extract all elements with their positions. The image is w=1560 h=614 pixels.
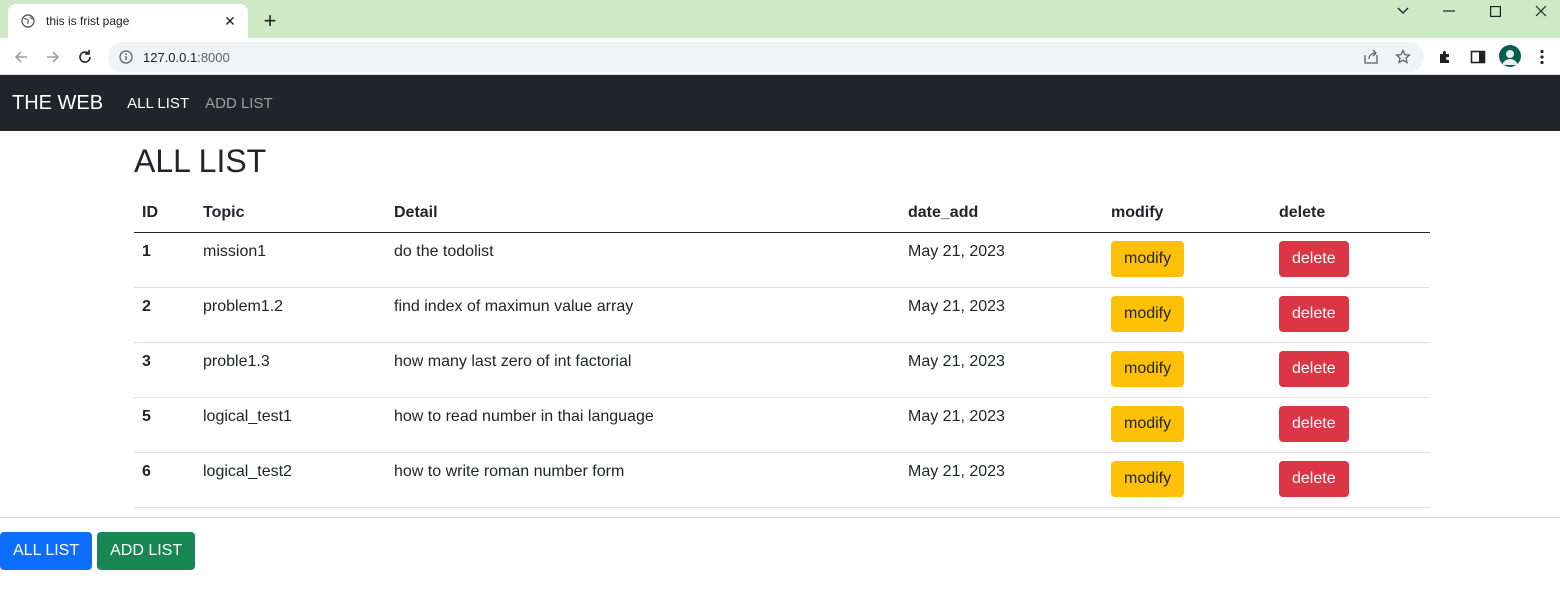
browser-tab[interactable]: this is frist page ✕: [8, 4, 248, 38]
modify-button[interactable]: modify: [1111, 405, 1185, 442]
bookmark-star-icon[interactable]: [1392, 46, 1414, 68]
column-header-date-add: date_add: [900, 195, 1103, 233]
forward-arrow-icon[interactable]: [40, 44, 66, 70]
cell-date-add: May 21, 2023: [900, 397, 1103, 453]
browser-tabstrip: this is frist page ✕ +: [0, 0, 1560, 38]
menu-kebab-icon[interactable]: [1530, 45, 1554, 69]
cell-topic: logical_test1: [195, 397, 386, 453]
url-text: 127.0.0.1:8000: [143, 50, 1360, 65]
nav-link-all-list[interactable]: ALL LIST: [127, 95, 189, 112]
cell-topic: proble1.3: [195, 342, 386, 398]
delete-button[interactable]: delete: [1279, 460, 1349, 497]
delete-button[interactable]: delete: [1279, 295, 1349, 332]
table-row: 5 logical_test1 how to read number in th…: [134, 397, 1430, 453]
back-arrow-icon[interactable]: [8, 44, 34, 70]
extensions-puzzle-icon[interactable]: [1433, 45, 1457, 69]
cell-modify: modify: [1103, 342, 1271, 398]
url-host: 127.0.0.1: [143, 49, 198, 65]
browser-toolbar: 127.0.0.1:8000: [0, 38, 1560, 75]
page-title: ALL LIST: [134, 143, 267, 179]
site-navbar: THE WEB ALL LIST ADD LIST: [0, 75, 1560, 131]
footer-divider: [0, 517, 1560, 518]
cell-delete: delete: [1271, 287, 1430, 343]
todo-table: ID Topic Detail date_add modify delete 1…: [134, 195, 1430, 508]
reload-icon[interactable]: [72, 44, 98, 70]
table-row: 1 mission1 do the todolist May 21, 2023 …: [134, 232, 1430, 288]
cell-modify: modify: [1103, 232, 1271, 288]
cell-date-add: May 21, 2023: [900, 342, 1103, 398]
modify-button[interactable]: modify: [1111, 350, 1185, 387]
column-header-topic: Topic: [195, 195, 386, 233]
close-window-icon[interactable]: [1518, 0, 1560, 22]
minimize-icon[interactable]: [1426, 0, 1472, 22]
cell-detail: how many last zero of int factorial: [386, 342, 900, 398]
cell-topic: logical_test2: [195, 452, 386, 508]
site-info-icon[interactable]: [118, 49, 134, 65]
cell-delete: delete: [1271, 452, 1430, 508]
nav-link-add-list[interactable]: ADD LIST: [205, 95, 273, 112]
delete-button[interactable]: delete: [1279, 350, 1349, 387]
cell-detail: find index of maximun value array: [386, 287, 900, 343]
url-port: :8000: [197, 49, 230, 65]
cell-delete: delete: [1271, 232, 1430, 288]
cell-detail: how to read number in thai language: [386, 397, 900, 453]
table-row: 3 proble1.3 how many last zero of int fa…: [134, 342, 1430, 398]
maximize-icon[interactable]: [1472, 0, 1518, 22]
cell-id: 3: [134, 342, 195, 398]
cell-topic: mission1: [195, 232, 386, 288]
tab-search-icon[interactable]: [1380, 0, 1426, 22]
all-list-button[interactable]: ALL LIST: [0, 532, 93, 570]
new-tab-icon[interactable]: +: [258, 9, 282, 33]
cell-delete: delete: [1271, 342, 1430, 398]
side-panel-icon[interactable]: [1466, 45, 1490, 69]
modify-button[interactable]: modify: [1111, 295, 1185, 332]
column-header-modify: modify: [1103, 195, 1271, 233]
cell-id: 6: [134, 452, 195, 508]
cell-date-add: May 21, 2023: [900, 287, 1103, 343]
navbar-brand[interactable]: THE WEB: [12, 92, 103, 115]
close-tab-icon[interactable]: ✕: [222, 13, 238, 29]
delete-button[interactable]: delete: [1279, 405, 1349, 442]
address-bar[interactable]: 127.0.0.1:8000: [108, 42, 1424, 72]
profile-avatar-icon[interactable]: [1499, 45, 1521, 67]
tab-title: this is frist page: [46, 14, 130, 28]
cell-id: 5: [134, 397, 195, 453]
cell-modify: modify: [1103, 452, 1271, 508]
globe-icon: [20, 13, 36, 29]
table-header-row: ID Topic Detail date_add modify delete: [134, 195, 1430, 233]
column-header-delete: delete: [1271, 195, 1430, 233]
add-list-button[interactable]: ADD LIST: [97, 532, 196, 570]
modify-button[interactable]: modify: [1111, 460, 1185, 497]
cell-date-add: May 21, 2023: [900, 452, 1103, 508]
main-container: ALL LIST ID Topic Detail date_add modify…: [134, 131, 1430, 508]
table-row: 6 logical_test2 how to write roman numbe…: [134, 452, 1430, 508]
table-row: 2 problem1.2 find index of maximun value…: [134, 287, 1430, 343]
column-header-id: ID: [134, 195, 195, 233]
cell-modify: modify: [1103, 397, 1271, 453]
cell-modify: modify: [1103, 287, 1271, 343]
column-header-detail: Detail: [386, 195, 900, 233]
share-icon[interactable]: [1360, 46, 1382, 68]
delete-button[interactable]: delete: [1279, 240, 1349, 277]
cell-topic: problem1.2: [195, 287, 386, 343]
cell-delete: delete: [1271, 397, 1430, 453]
modify-button[interactable]: modify: [1111, 240, 1185, 277]
cell-detail: how to write roman number form: [386, 452, 900, 508]
cell-id: 1: [134, 232, 195, 288]
cell-date-add: May 21, 2023: [900, 232, 1103, 288]
cell-id: 2: [134, 287, 195, 343]
footer-buttons: ALL LIST ADD LIST: [0, 532, 196, 570]
cell-detail: do the todolist: [386, 232, 900, 288]
